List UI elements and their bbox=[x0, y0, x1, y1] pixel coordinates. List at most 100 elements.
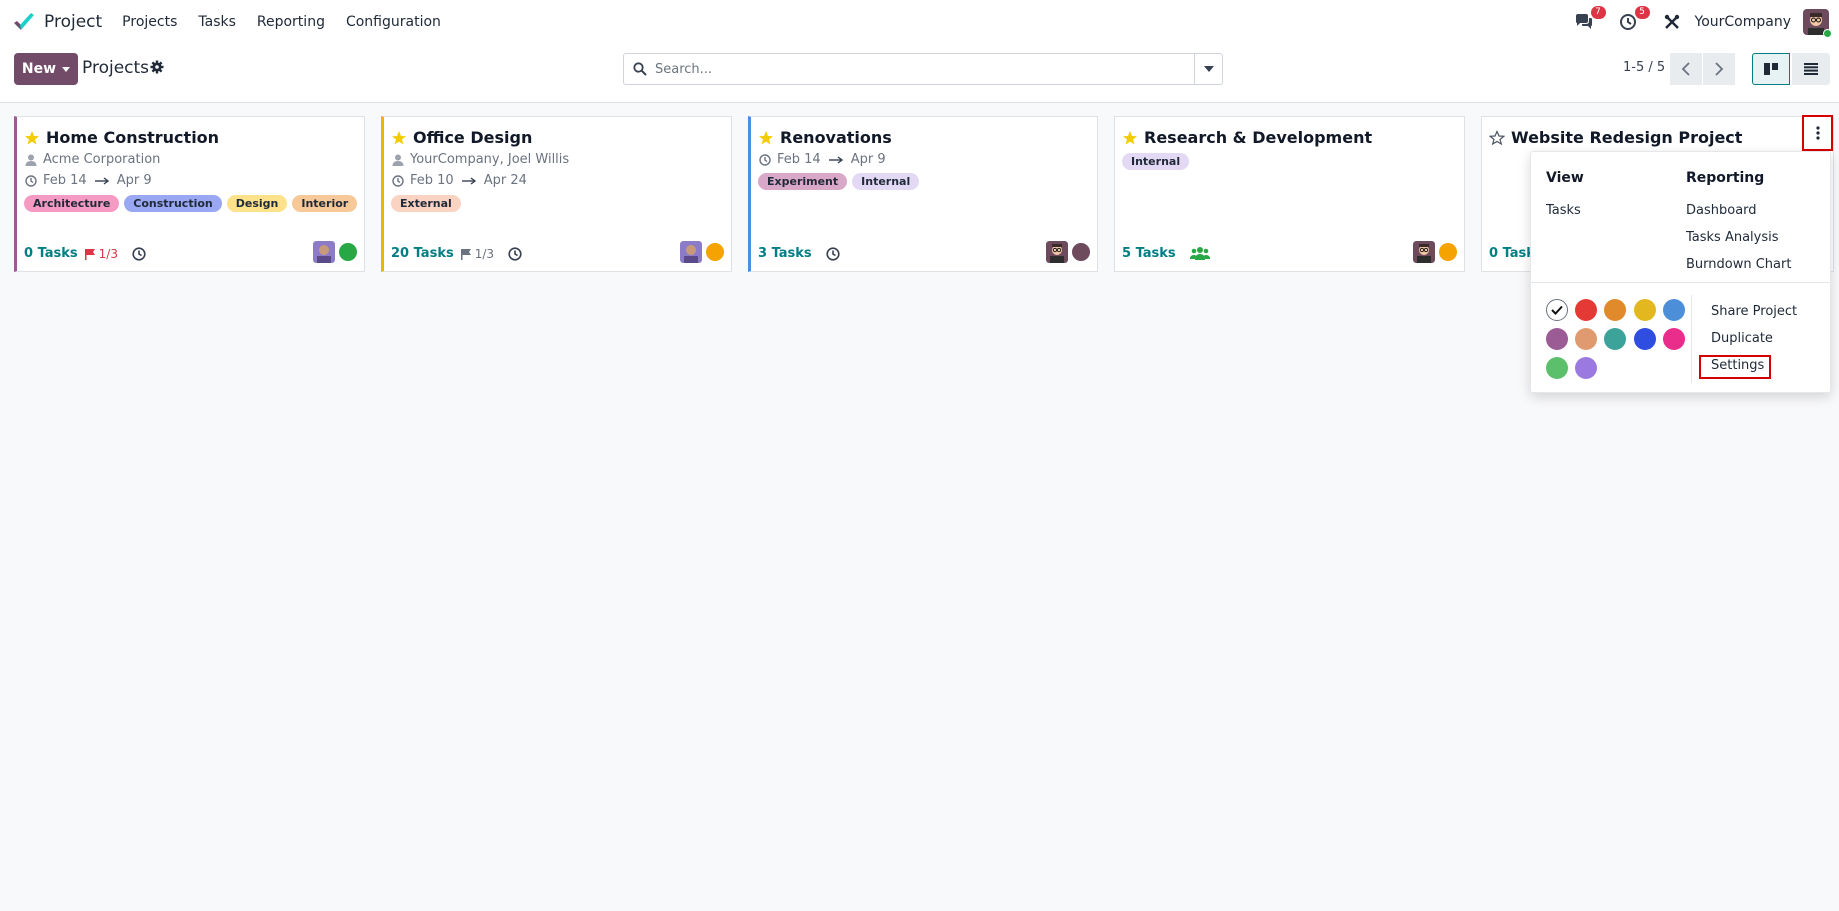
pager-previous-button[interactable] bbox=[1670, 53, 1702, 85]
tag-architecture: Architecture bbox=[24, 195, 120, 212]
settings-highlight-box bbox=[1699, 355, 1771, 379]
card-title: Home Construction bbox=[46, 128, 220, 147]
chevron-left-icon bbox=[1681, 62, 1690, 76]
status-dot-at-risk[interactable] bbox=[1439, 243, 1457, 261]
color-swatch-blue[interactable] bbox=[1634, 328, 1656, 350]
activity-clock-button[interactable] bbox=[826, 246, 840, 261]
card-tags: Experiment Internal bbox=[758, 173, 924, 190]
reporting-tasks-analysis-item[interactable]: Tasks Analysis bbox=[1686, 230, 1779, 245]
menu-tasks[interactable]: Tasks bbox=[198, 14, 236, 30]
manager-avatar[interactable] bbox=[1046, 241, 1068, 263]
new-button[interactable]: New bbox=[14, 53, 78, 85]
color-swatch-teal[interactable] bbox=[1604, 328, 1626, 350]
caret-down-icon bbox=[1203, 66, 1214, 72]
project-card-home-construction[interactable]: Home Construction Acme Corporation Feb 1… bbox=[14, 116, 365, 272]
manager-avatar[interactable] bbox=[1413, 241, 1435, 263]
brand[interactable]: Project bbox=[12, 10, 122, 34]
card-options-button[interactable] bbox=[1802, 115, 1833, 151]
tag-internal: Internal bbox=[852, 173, 920, 190]
activity-clock-button[interactable] bbox=[508, 246, 522, 261]
color-swatch-none[interactable] bbox=[1546, 299, 1568, 321]
date-start: Feb 14 bbox=[43, 173, 87, 188]
share-project-item[interactable]: Share Project bbox=[1711, 304, 1797, 319]
user-avatar[interactable] bbox=[1803, 9, 1832, 38]
vertical-ellipsis-icon bbox=[1815, 126, 1820, 140]
view-tasks-item[interactable]: Tasks bbox=[1546, 203, 1581, 218]
activity-clock-button[interactable] bbox=[132, 246, 146, 261]
color-swatch-purple[interactable] bbox=[1546, 328, 1568, 350]
flag-icon bbox=[84, 248, 95, 260]
date-end: Apr 9 bbox=[116, 173, 152, 188]
star-filled-icon[interactable] bbox=[24, 130, 40, 146]
status-dot-on-track[interactable] bbox=[339, 243, 357, 261]
gear-icon[interactable] bbox=[150, 60, 164, 78]
flag-icon bbox=[460, 248, 471, 260]
tasks-count-link[interactable]: 20 Tasks bbox=[391, 246, 454, 261]
card-avatars bbox=[313, 241, 357, 263]
tasks-count-link[interactable]: 3 Tasks bbox=[758, 246, 812, 261]
status-dot-on-hold[interactable] bbox=[1072, 243, 1090, 261]
list-view-button[interactable] bbox=[1792, 53, 1830, 85]
menu-projects[interactable]: Projects bbox=[122, 14, 177, 30]
tag-construction: Construction bbox=[124, 195, 222, 212]
tag-experiment: Experiment bbox=[758, 173, 848, 190]
date-end: Apr 24 bbox=[483, 173, 527, 188]
clock-icon bbox=[759, 153, 771, 166]
manager-avatar[interactable] bbox=[313, 241, 335, 263]
date-start: Feb 14 bbox=[777, 152, 821, 167]
menu-configuration[interactable]: Configuration bbox=[346, 14, 441, 30]
color-swatch-orange[interactable] bbox=[1604, 299, 1626, 321]
search-input[interactable] bbox=[653, 60, 1194, 78]
company-switcher[interactable]: YourCompany bbox=[1695, 14, 1792, 30]
card-avatars bbox=[1413, 241, 1457, 263]
project-card-office-design[interactable]: Office Design YourCompany, Joel Willis F… bbox=[381, 116, 732, 272]
tag-internal: Internal bbox=[1122, 153, 1190, 170]
kanban-view-button[interactable] bbox=[1752, 53, 1790, 85]
search-options-toggle[interactable] bbox=[1194, 54, 1222, 84]
star-filled-icon[interactable] bbox=[758, 130, 774, 146]
date-end: Apr 9 bbox=[850, 152, 886, 167]
tag-interior: Interior bbox=[292, 195, 358, 212]
tasks-count-link[interactable]: 5 Tasks bbox=[1122, 246, 1176, 261]
pager-value[interactable]: 1-5 / 5 bbox=[1623, 60, 1665, 75]
star-filled-icon[interactable] bbox=[391, 130, 407, 146]
systray: 7 5 YourCompany bbox=[1551, 0, 1832, 44]
card-title-row: Office Design bbox=[391, 128, 532, 147]
color-swatch-violet[interactable] bbox=[1575, 357, 1597, 379]
check-icon bbox=[1551, 305, 1563, 315]
duplicate-item[interactable]: Duplicate bbox=[1711, 331, 1773, 346]
menu-reporting[interactable]: Reporting bbox=[257, 14, 325, 30]
card-title: Website Redesign Project bbox=[1511, 128, 1743, 147]
dropdown-divider bbox=[1531, 282, 1832, 283]
followers-button[interactable] bbox=[1189, 245, 1210, 261]
kanban-icon bbox=[1764, 63, 1778, 75]
color-swatch-salmon[interactable] bbox=[1575, 328, 1597, 350]
control-panel: New Projects 1-5 / 5 bbox=[0, 44, 1839, 103]
color-swatch-yellow[interactable] bbox=[1634, 299, 1656, 321]
color-swatch-pink[interactable] bbox=[1663, 328, 1685, 350]
card-title-row: Home Construction bbox=[24, 128, 219, 147]
color-swatch-red[interactable] bbox=[1575, 299, 1597, 321]
reporting-burndown-chart-item[interactable]: Burndown Chart bbox=[1686, 257, 1791, 272]
pager-next-button[interactable] bbox=[1703, 53, 1735, 85]
star-empty-icon[interactable] bbox=[1489, 129, 1505, 146]
card-title: Office Design bbox=[413, 128, 533, 147]
card-dates: Feb 14 Apr 9 bbox=[759, 152, 886, 167]
status-dot-at-risk[interactable] bbox=[706, 243, 724, 261]
color-swatch-green[interactable] bbox=[1546, 357, 1568, 379]
tasks-count-link[interactable]: 0 Tasks bbox=[24, 246, 78, 261]
card-tags: Architecture Construction Design Interio… bbox=[24, 195, 362, 212]
project-card-renovations[interactable]: Renovations Feb 14 Apr 9 Experiment Inte… bbox=[748, 116, 1098, 272]
debug-tools-button[interactable] bbox=[1661, 11, 1683, 33]
manager-avatar[interactable] bbox=[680, 241, 702, 263]
milestones-count: 1/3 bbox=[474, 246, 495, 261]
color-swatch-light-blue[interactable] bbox=[1663, 299, 1685, 321]
messages-button[interactable]: 7 bbox=[1573, 6, 1606, 33]
user-icon bbox=[392, 154, 404, 166]
reporting-dashboard-item[interactable]: Dashboard bbox=[1686, 203, 1757, 218]
card-footer: 3 Tasks bbox=[758, 246, 840, 261]
page-title: Projects bbox=[82, 58, 150, 78]
project-card-research-development[interactable]: Research & Development Internal 5 Tasks bbox=[1114, 116, 1465, 272]
star-filled-icon[interactable] bbox=[1122, 130, 1138, 146]
activities-button[interactable]: 5 bbox=[1617, 6, 1650, 33]
